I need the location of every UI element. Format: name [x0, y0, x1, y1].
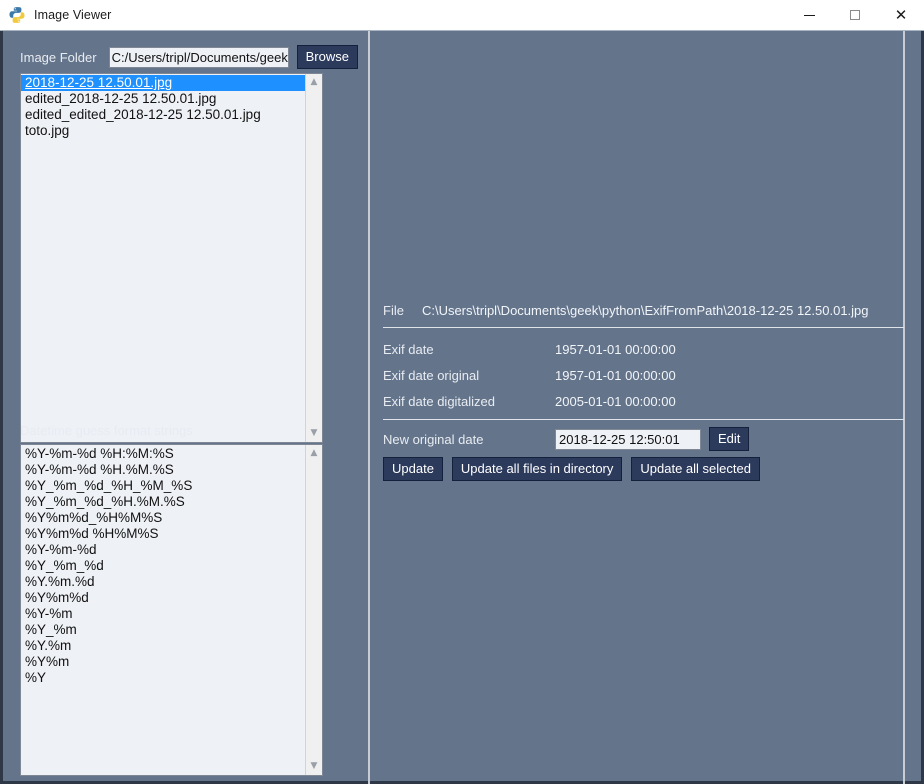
exif-panel: File C:\Users\tripl\Documents\geek\pytho…	[383, 31, 904, 784]
formats-label: Datetime guess format strings	[20, 423, 193, 438]
list-item[interactable]: %Y%m	[21, 654, 305, 670]
exif-date-original-value: 1957-01-01 00:00:00	[555, 368, 676, 383]
exif-date-digitalized-label: Exif date digitalized	[383, 394, 496, 409]
image-folder-label: Image Folder	[20, 49, 97, 65]
minimize-icon	[803, 14, 815, 16]
title-bar: Image Viewer ✕	[0, 0, 924, 31]
image-folder-input[interactable]: C:/Users/tripl/Documents/geek	[108, 46, 289, 68]
scroll-up-icon[interactable]: ▲	[306, 445, 322, 462]
list-item[interactable]: toto.jpg	[21, 123, 305, 139]
scroll-down-icon[interactable]: ▼	[306, 425, 322, 442]
scroll-down-icon[interactable]: ▼	[306, 758, 322, 775]
image-folder-row: Image Folder C:/Users/tripl/Documents/ge…	[20, 45, 358, 69]
window-title: Image Viewer	[34, 8, 112, 22]
file-path-value: C:\Users\tripl\Documents\geek\python\Exi…	[421, 303, 869, 318]
list-item[interactable]: %Y_%m_%d	[21, 558, 305, 574]
list-item[interactable]: %Y.%m	[21, 638, 305, 654]
list-item[interactable]: %Y%m%d	[21, 590, 305, 606]
list-item[interactable]: %Y_%m_%d_%H.%M.%S	[21, 494, 305, 510]
exif-date-original-label: Exif date original	[383, 368, 480, 383]
scroll-up-icon[interactable]: ▲	[306, 74, 322, 91]
image-viewer-window: Image Viewer ✕ Image Folder C:/Users/tri…	[0, 0, 924, 784]
list-item[interactable]: %Y-%m-%d %H.%M.%S	[21, 462, 305, 478]
list-item[interactable]: %Y.%m.%d	[21, 574, 305, 590]
format-strings-list[interactable]: %Y-%m-%d %H:%M:%S %Y-%m-%d %H.%M.%S %Y_%…	[20, 444, 323, 776]
list-item[interactable]: %Y_%m	[21, 622, 305, 638]
list-item[interactable]: %Y-%m-%d %H:%M:%S	[21, 446, 305, 462]
file-path-label: File	[383, 303, 404, 318]
window-controls: ✕	[786, 0, 924, 30]
update-all-selected-button[interactable]: Update all selected	[631, 457, 760, 481]
update-button[interactable]: Update	[383, 457, 443, 481]
format-list-scrollbar[interactable]: ▲ ▼	[305, 445, 322, 775]
exif-date-row: Exif date 1957-01-01 00:00:00	[383, 342, 676, 357]
edit-button[interactable]: Edit	[709, 427, 750, 451]
list-item[interactable]: %Y%m%d %H%M%S	[21, 526, 305, 542]
panel-divider	[368, 31, 370, 784]
exif-date-label: Exif date	[383, 342, 434, 357]
close-button[interactable]: ✕	[878, 0, 924, 30]
window-edge-left	[0, 31, 3, 784]
divider	[383, 327, 904, 328]
divider	[383, 419, 904, 420]
update-all-files-in-directory-button[interactable]: Update all files in directory	[451, 457, 623, 481]
list-item[interactable]: edited_2018-12-25 12.50.01.jpg	[21, 91, 305, 107]
list-item[interactable]: %Y_%m_%d_%H_%M_%S	[21, 478, 305, 494]
action-buttons: Update Update all files in directory Upd…	[383, 457, 760, 481]
file-path-row: File C:\Users\tripl\Documents\geek\pytho…	[383, 303, 869, 318]
file-list[interactable]: 2018-12-25 12.50.01.jpg edited_2018-12-2…	[20, 73, 323, 443]
exif-date-value: 1957-01-01 00:00:00	[555, 342, 676, 357]
new-original-date-input[interactable]: 2018-12-25 12:50:01	[555, 428, 701, 450]
browse-button[interactable]: Browse	[296, 45, 358, 69]
list-item[interactable]: %Y	[21, 670, 305, 686]
new-original-date-label: New original date	[383, 431, 484, 447]
exif-date-digitalized-value: 2005-01-01 00:00:00	[555, 394, 676, 409]
maximize-button[interactable]	[832, 0, 878, 30]
close-icon: ✕	[894, 5, 908, 24]
new-original-date-row: New original date 2018-12-25 12:50:01 Ed…	[383, 427, 750, 451]
exif-date-digitalized-row: Exif date digitalized 2005-01-01 00:00:0…	[383, 394, 676, 409]
main-content: Image Folder C:/Users/tripl/Documents/ge…	[0, 31, 924, 784]
list-item[interactable]: %Y%m%d_%H%M%S	[21, 510, 305, 526]
file-list-scrollbar[interactable]: ▲ ▼	[305, 74, 322, 442]
python-logo-icon	[8, 6, 26, 24]
minimize-button[interactable]	[786, 0, 832, 30]
file-list-items: 2018-12-25 12.50.01.jpg edited_2018-12-2…	[21, 74, 305, 442]
format-list-items: %Y-%m-%d %H:%M:%S %Y-%m-%d %H.%M.%S %Y_%…	[21, 445, 305, 775]
maximize-icon	[850, 10, 860, 20]
list-item[interactable]: %Y-%m-%d	[21, 542, 305, 558]
list-item[interactable]: 2018-12-25 12.50.01.jpg	[21, 75, 305, 91]
exif-date-original-row: Exif date original 1957-01-01 00:00:00	[383, 368, 676, 383]
list-item[interactable]: %Y-%m	[21, 606, 305, 622]
list-item[interactable]: edited_edited_2018-12-25 12.50.01.jpg	[21, 107, 305, 123]
